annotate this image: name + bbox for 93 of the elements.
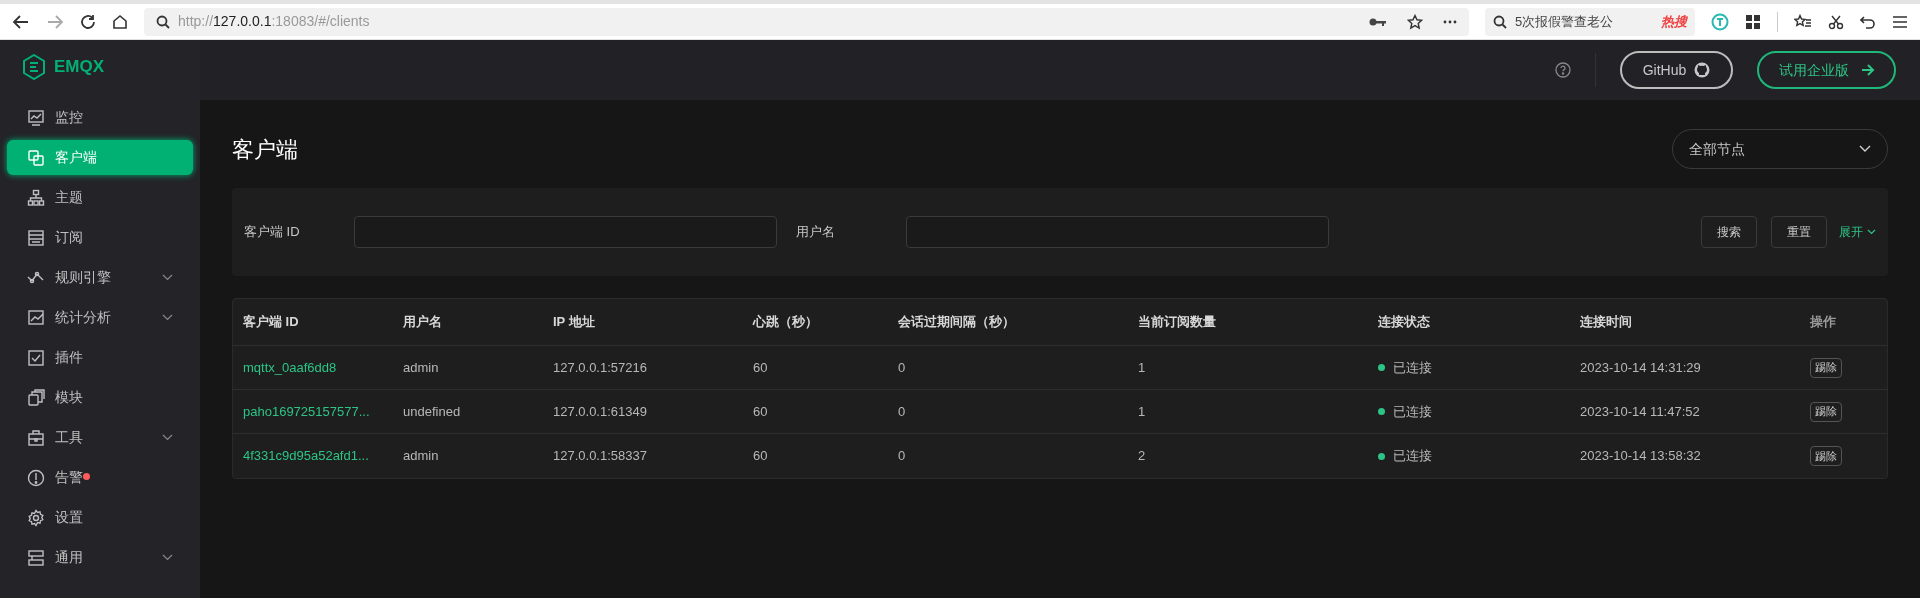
undo-icon[interactable] [1860,13,1876,30]
nav-item[interactable]: 监控 [7,100,193,135]
table-cell-text: 60 [753,447,768,466]
table-cell-text: 2023-10-14 13:58:32 [1580,447,1701,466]
column-header: 用户名 [402,313,443,332]
windows-icon [27,148,45,167]
grid-icon[interactable] [1745,13,1761,30]
chevron-down-icon [1867,229,1876,235]
table-cell-text: admin [403,447,439,466]
kick-button[interactable]: 踢除 [1810,446,1842,467]
table-cell-text: 127.0.0.1:61349 [553,402,647,421]
nav-item[interactable]: 规则引擎 [7,260,193,295]
nav-item[interactable]: 主题 [7,180,193,215]
help-icon[interactable] [1555,62,1571,78]
nav-item[interactable]: 统计分析 [7,300,193,335]
client-id-link[interactable]: paho169725157577... [243,401,370,422]
input-field[interactable] [354,216,777,248]
list-icon [27,228,45,247]
nav-item[interactable]: 告警 [7,460,193,495]
nav-item[interactable]: 订阅 [7,220,193,255]
expand-link[interactable]: 展开 [1839,223,1876,241]
scissors-icon[interactable] [1828,13,1844,30]
kick-button[interactable]: 踢除 [1810,357,1842,378]
hot-search-tag: 热搜 [1661,11,1687,32]
table-cell-text: 0 [898,402,906,421]
field-label: 客户端 ID [244,223,301,242]
column-header: 当前订阅数量 [1137,313,1217,332]
table-cell-text: 1 [1138,402,1146,421]
table-cell-text: 已连接 [1393,447,1432,466]
settings-icon [27,508,45,527]
table-cell-text: 127.0.0.1:57216 [553,358,647,377]
page-title: 客户端 [232,135,298,164]
search-button[interactable]: 搜索 [1701,216,1757,248]
nav-item[interactable]: 工具 [7,420,193,455]
nav-item[interactable]: 设置 [7,500,193,535]
address-bar[interactable]: http://127.0.0.1:18083/#/clients [144,7,1469,36]
table-cell-text: admin [403,358,439,377]
search-icon [1493,14,1507,29]
arrow-right-icon [1860,64,1875,76]
menu-icon[interactable] [1892,14,1908,29]
home-icon[interactable] [112,13,128,30]
table-cell-text: 2023-10-14 11:47:52 [1580,402,1700,421]
hierarchy-icon [27,188,45,207]
table-cell-text: 1 [1138,358,1146,377]
reload-icon[interactable] [80,13,96,30]
alert-icon [27,468,45,487]
chart-icon [27,108,45,127]
star-icon[interactable] [1407,13,1423,30]
checkbox-icon [27,348,45,367]
table-cell-text: 2023-10-14 14:31:29 [1580,358,1701,377]
column-header: IP 地址 [552,313,596,332]
table-cell-text: 2 [1138,447,1146,466]
logo-text: EMQX [54,56,105,79]
nav-item[interactable]: 插件 [7,340,193,375]
column-header: 操作 [1809,313,1837,332]
column-header: 会话过期间隔（秒） [897,313,1016,332]
input-field[interactable] [906,216,1329,248]
column-header: 客户端 ID [242,313,300,332]
table-cell-text: 60 [753,402,768,421]
reset-button[interactable]: 重置 [1771,216,1827,248]
kick-button[interactable]: 踢除 [1810,401,1842,422]
column-header: 心跳（秒） [751,313,819,332]
table-cell-text: undefined [403,402,461,421]
column-header: 连接状态 [1377,313,1431,332]
back-icon[interactable] [12,12,30,31]
nav-item[interactable]: 通用 [7,540,193,575]
table-cell-text: 0 [898,447,906,466]
client-id-link[interactable]: 4f331c9d95a52afd1... [243,446,369,466]
table-cell-text: 已连接 [1393,358,1432,377]
server-icon [27,548,45,567]
client-id-link[interactable]: mqttx_0aaf6dd8 [243,357,337,378]
table-cell-text: 0 [898,358,906,377]
field-label: 用户名 [796,223,836,242]
table-cell-text: 60 [753,358,768,377]
github-button[interactable]: GitHub [1620,51,1733,89]
key-icon[interactable] [1369,16,1387,27]
more-icon[interactable] [1443,19,1457,24]
toolbox-icon [27,428,45,447]
stack-icon [27,388,45,407]
line-chart-icon [27,308,45,327]
favorites-icon[interactable] [1794,13,1812,30]
search-suggestion: 5次报假警查老公 [1515,12,1614,31]
logo-icon [22,54,46,80]
table-cell-text: 127.0.0.1:58337 [553,447,647,466]
url-text: http://127.0.0.1:18083/#/clients [178,12,370,31]
nav-item[interactable]: 模块 [7,380,193,415]
column-header: 连接时间 [1579,313,1633,332]
chevron-down-icon [1859,145,1871,153]
github-icon [1694,62,1711,78]
table-cell-text: 已连接 [1393,402,1432,421]
search-icon [156,14,170,29]
enterprise-trial-button[interactable]: 试用企业版 [1757,51,1896,89]
search-box[interactable]: 5次报假警查老公 热搜 [1485,7,1695,36]
